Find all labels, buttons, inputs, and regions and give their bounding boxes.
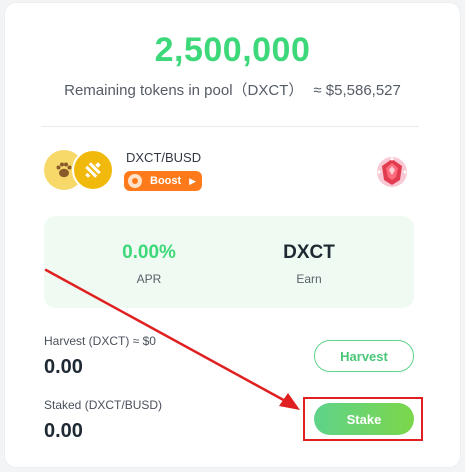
staked-label: Staked (DXCT/BUSD) [44,398,163,412]
token-pair-icons [44,149,114,194]
earn-value: DXCT [283,242,335,263]
pool-total-tokens: 2,500,000 [154,31,311,69]
pool-usd-value: ≈ $5,586,527 [313,82,401,99]
boost-label: Boost [150,175,182,187]
apr-value: 0.00% [122,242,176,263]
stats-panel: 0.00% APR DXCT Earn [44,216,414,308]
divider [41,126,419,127]
harvest-button[interactable]: Harvest [314,340,414,372]
pool-remaining-line: Remaining tokens in pool（DXCT） ≈ $5,586,5… [5,79,460,100]
remaining-tokens-label: Remaining tokens in pool（DXCT） [64,82,304,99]
earn-stat: DXCT Earn [234,242,384,286]
boost-icon [128,174,142,188]
play-arrow-icon: ▶ [189,175,197,186]
busd-token-icon [72,149,114,191]
stake-button[interactable]: Stake [314,403,414,435]
boost-button[interactable]: Boost ▶ [124,171,202,191]
harvest-label: Harvest (DXCT) ≈ $0 [44,334,156,348]
harvest-value: 0.00 [44,356,83,378]
apr-label: APR [136,272,162,286]
earn-label: Earn [296,272,322,286]
staked-value: 0.00 [44,420,83,442]
gem-badge-icon [374,154,410,190]
apr-stat: 0.00% APR [74,242,224,286]
farm-pair-name: DXCT/BUSD [126,150,202,165]
